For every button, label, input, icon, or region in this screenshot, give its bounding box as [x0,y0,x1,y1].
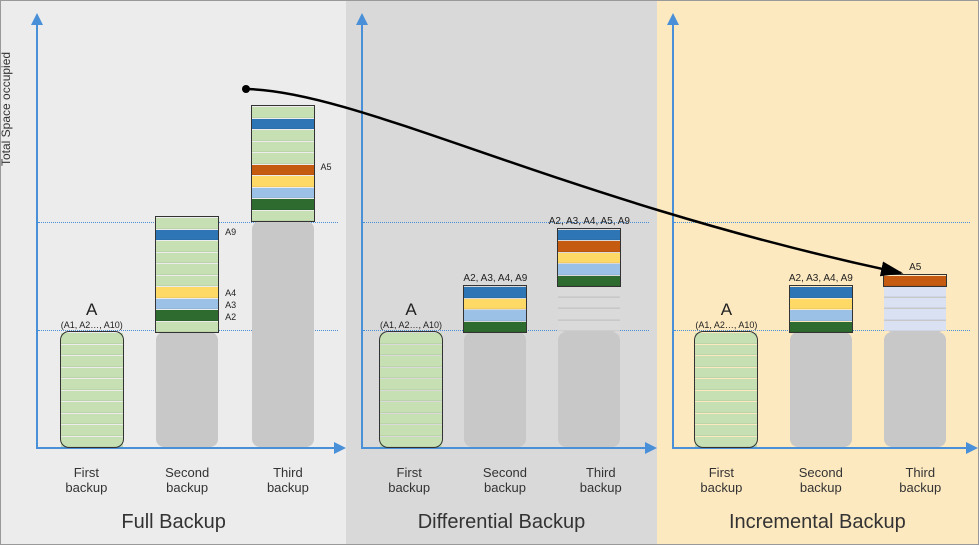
bar-diff-third: A2, A3, A4, A5, A9 [549,216,630,448]
x-axis [36,447,344,449]
bar-incr-second: A2, A3, A4, A9 [789,273,853,447]
panel-title-full: Full Backup [1,511,346,534]
bar-full-second: A9 A4 A3 A2 [156,217,218,447]
xlabels-incr: First backup Second backup Third backup [672,465,970,496]
stack-incr-second [790,286,852,447]
tag-a3: A3 [225,300,236,310]
bar-label-a: A [405,301,416,320]
xlabel: First backup [686,465,756,496]
xlabel: First backup [51,465,121,496]
xlabel: Third backup [566,465,636,496]
new-block-full-third: A5 [252,106,314,221]
panel-differential-backup: A (A1, A2…, A10) A2, A3, A4, A9 [346,1,656,544]
panels-container: Total Space occupied A (A1, A2…, A10) [1,1,978,544]
ghost-block [464,332,526,447]
xlabel: Second backup [152,465,222,496]
y-axis [36,15,38,449]
bar-incr-third: A5 [884,262,946,448]
x-axis [672,447,976,449]
ghost-block [156,332,218,447]
bar-diff-second: A2, A3, A4, A9 [463,273,527,447]
xlabel: Second backup [470,465,540,496]
bar-incr-first: A (A1, A2…, A10) [695,301,757,447]
xlabel: Third backup [253,465,323,496]
tag-a2: A2 [225,312,236,322]
y-axis-label: Total Space occupied [0,52,13,166]
xlabel: Third backup [885,465,955,496]
stack-diff-first [380,332,442,447]
xlabels-full: First backup Second backup Third backup [36,465,338,496]
files-label: A5 [909,262,921,273]
chart-area-incr: A (A1, A2…, A10) A2, A3, A4, A9 [672,21,970,449]
stack-full-second: A9 A4 A3 A2 [156,217,218,447]
bar-full-first: A (A1, A2…, A10) [61,301,123,447]
bars-incr: A (A1, A2…, A10) A2, A3, A4, A9 [680,19,962,447]
stack-full-first [61,332,123,447]
chart-area-full: A (A1, A2…, A10) [36,21,338,449]
y-axis [672,15,674,449]
ghost-block [252,221,314,447]
x-axis [361,447,654,449]
panel-incremental-backup: A (A1, A2…, A10) A2, A3, A4, A9 [657,1,978,544]
tag-a9: A9 [225,227,236,237]
xlabels-diff: First backup Second backup Third backup [361,465,648,496]
bar-full-third: A5 [252,106,314,447]
chart-area-diff: A (A1, A2…, A10) A2, A3, A4, A9 [361,21,648,449]
new-block-diff-second [464,286,526,332]
xlabel: Second backup [786,465,856,496]
bar-diff-first: A (A1, A2…, A10) [380,301,442,447]
panel-full-backup: Total Space occupied A (A1, A2…, A10) [1,1,346,544]
new-block-diff-third [558,229,620,287]
stack-full-third: A5 [252,106,314,447]
bar-sublabel-a: (A1, A2…, A10) [695,320,757,330]
ghost-block [558,286,620,332]
bar-label-a: A [721,301,732,320]
y-axis [361,15,363,449]
ghost-block [884,286,946,332]
bar-label-a: A [86,301,97,320]
bars-diff: A (A1, A2…, A10) A2, A3, A4, A9 [369,19,640,447]
bar-sublabel-a: (A1, A2…, A10) [61,320,123,330]
ghost-block [790,332,852,447]
stack-diff-third [558,229,620,448]
stack-incr-third [884,275,946,448]
panel-title-diff: Differential Backup [346,511,656,534]
bars-full: A (A1, A2…, A10) [44,19,330,447]
files-label: A2, A3, A4, A9 [463,273,527,284]
stack-diff-second [464,286,526,447]
tag-a4: A4 [225,288,236,298]
tag-a5: A5 [321,162,332,172]
stack-incr-first [695,332,757,447]
panel-title-incr: Incremental Backup [657,511,978,534]
new-block-incr-second [790,286,852,332]
bar-sublabel-a: (A1, A2…, A10) [380,320,442,330]
new-block-incr-third [884,275,946,287]
files-label: A2, A3, A4, A5, A9 [549,216,630,227]
ghost-block [884,332,946,447]
files-label: A2, A3, A4, A9 [789,273,853,284]
xlabel: First backup [374,465,444,496]
new-block-full-second: A9 A4 A3 A2 [156,217,218,332]
ghost-block [558,332,620,447]
